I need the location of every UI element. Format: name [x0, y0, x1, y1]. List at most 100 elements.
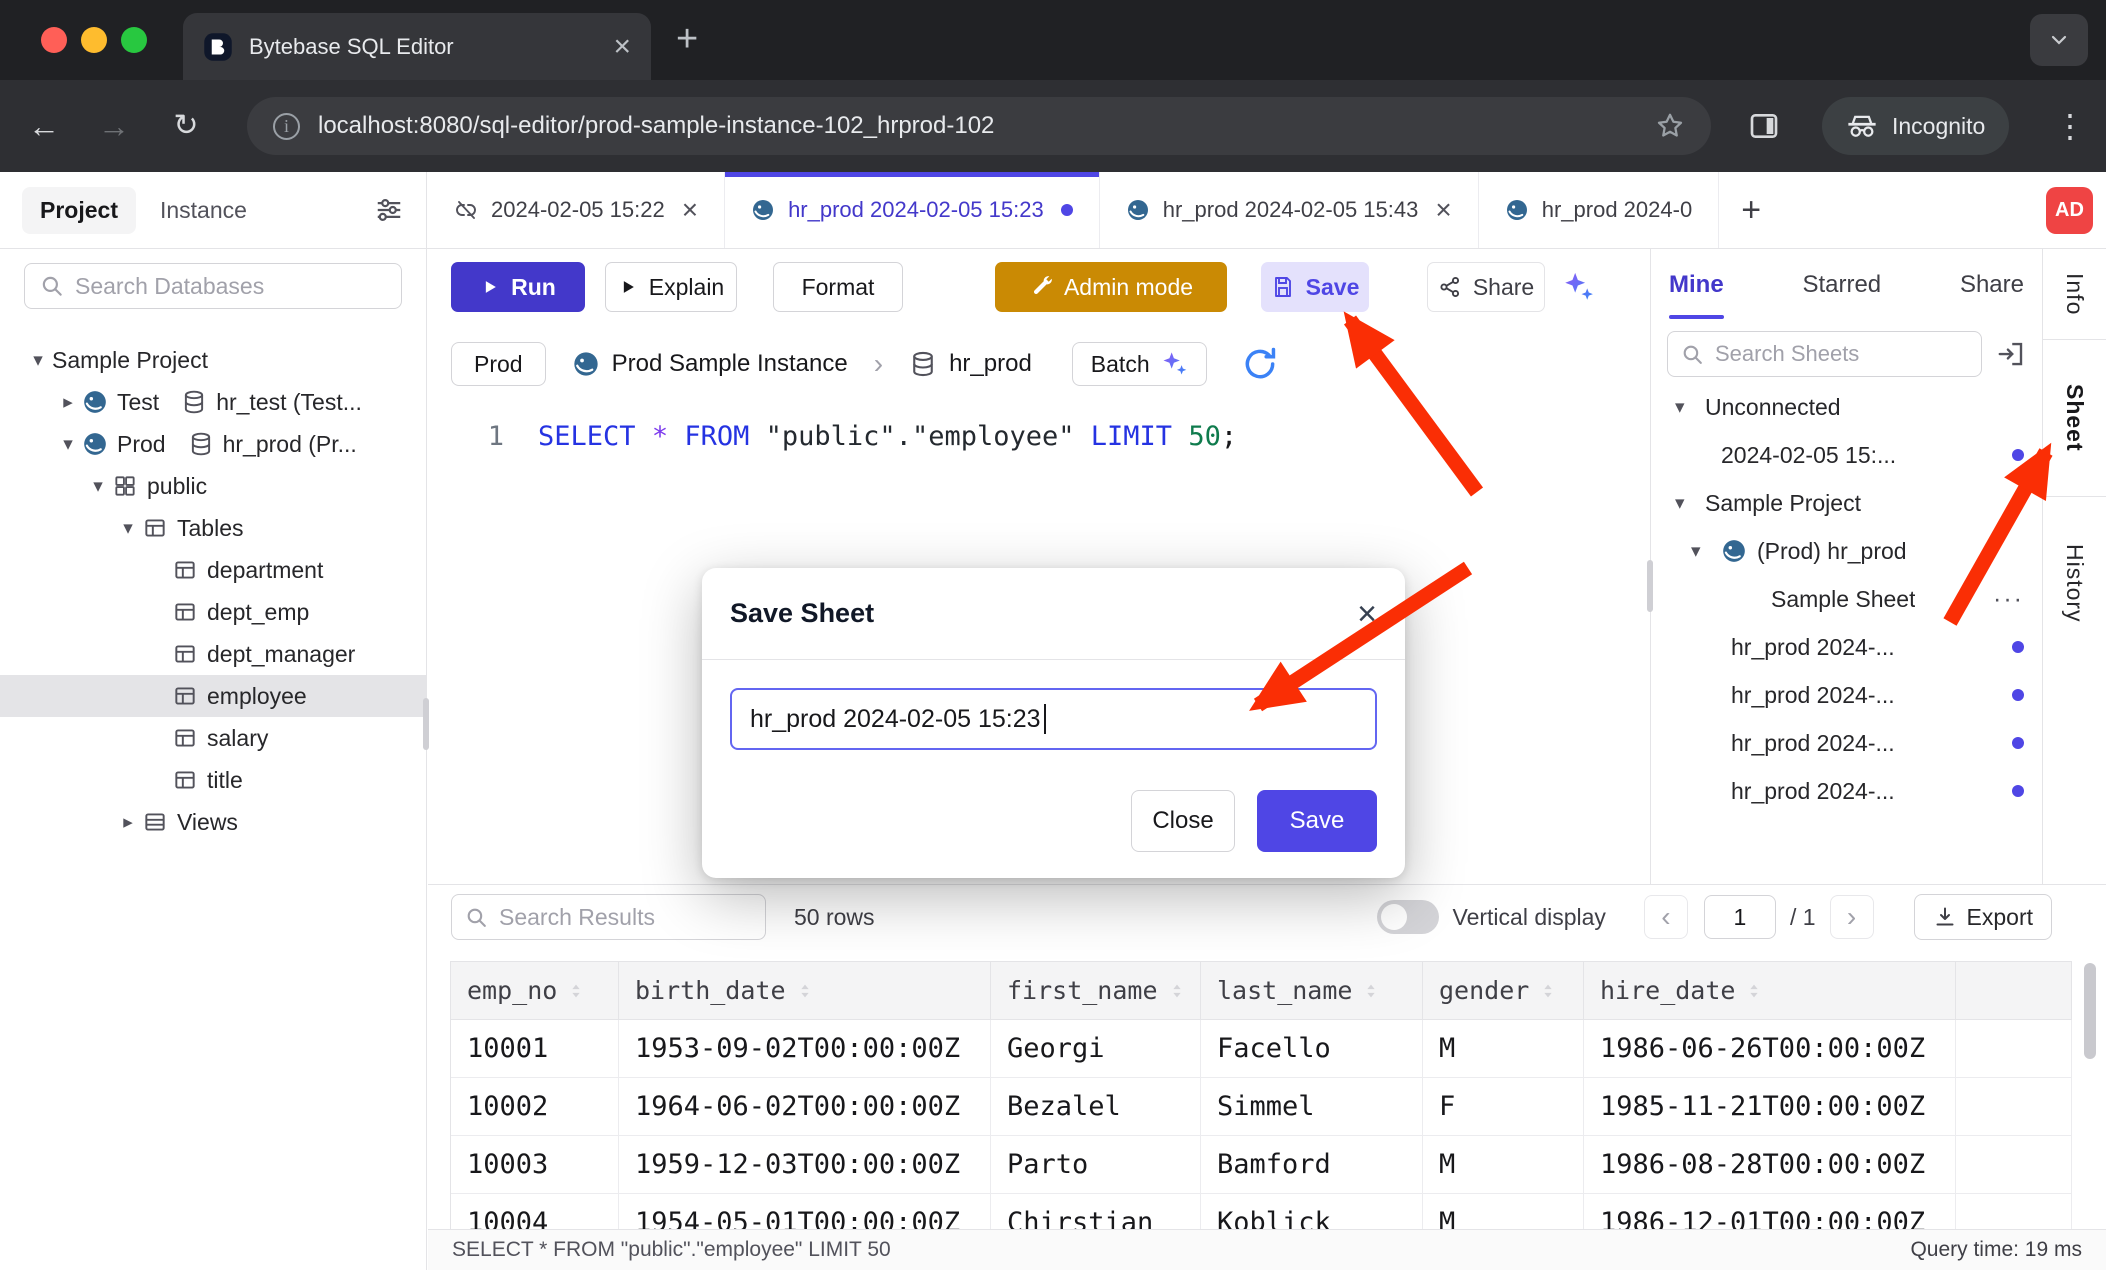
tree-item[interactable]: salary: [0, 717, 426, 759]
close-icon[interactable]: ×: [682, 196, 698, 224]
vertical-display-toggle[interactable]: [1377, 900, 1439, 934]
project-tab[interactable]: Project: [22, 187, 136, 234]
breadcrumb-database[interactable]: hr_prod: [909, 350, 1032, 378]
table-cell[interactable]: 1964-06-02T00:00:00Z: [619, 1078, 991, 1136]
modal-close-button[interactable]: Close: [1131, 790, 1235, 852]
sheet-item[interactable]: ▾Unconnected: [1651, 383, 2042, 431]
tree-item[interactable]: employee: [0, 675, 426, 717]
format-button[interactable]: Format: [773, 262, 903, 312]
chevron-down-icon[interactable]: ▾: [1691, 540, 1721, 563]
table-cell[interactable]: Georgi: [991, 1020, 1201, 1078]
chevron-down-icon[interactable]: ▾: [54, 433, 82, 456]
table-cell[interactable]: 1953-09-02T00:00:00Z: [619, 1020, 991, 1078]
table-cell[interactable]: 1986-06-26T00:00:00Z: [1584, 1020, 1956, 1078]
more-icon[interactable]: ···: [1993, 587, 2024, 612]
table-cell[interactable]: F: [1423, 1078, 1584, 1136]
sidebar-resize-handle[interactable]: [423, 698, 429, 750]
export-button[interactable]: Export: [1914, 894, 2052, 940]
table-cell[interactable]: 1986-12-01T00:00:00Z: [1584, 1194, 1956, 1229]
site-info-icon[interactable]: i: [273, 113, 300, 140]
tree-item[interactable]: dept_manager: [0, 633, 426, 675]
breadcrumb-instance[interactable]: Prod Sample Instance: [572, 350, 848, 378]
column-header[interactable]: hire_date: [1584, 962, 1956, 1020]
tree-item[interactable]: dept_emp: [0, 591, 426, 633]
instance-tab[interactable]: Instance: [146, 187, 261, 234]
table-cell[interactable]: Simmel: [1201, 1078, 1423, 1136]
sheet-item[interactable]: ▾(Prod) hr_prod: [1651, 527, 2042, 575]
table-cell[interactable]: M: [1423, 1020, 1584, 1078]
table-cell[interactable]: 10002: [451, 1078, 619, 1136]
connect-sheet-button[interactable]: [1996, 339, 2026, 369]
column-header[interactable]: last_name: [1201, 962, 1423, 1020]
modal-save-button[interactable]: Save: [1257, 790, 1377, 852]
tree-settings-button[interactable]: [374, 195, 404, 225]
close-window-button[interactable]: [41, 27, 67, 53]
tree-item[interactable]: ▸Testhr_test (Test...: [0, 381, 426, 423]
editor-tab[interactable]: hr_prod 2024-02-05 15:23: [725, 172, 1100, 248]
forward-button[interactable]: →: [90, 102, 138, 150]
chevron-right-icon[interactable]: ▸: [114, 811, 142, 834]
results-search[interactable]: [451, 894, 766, 940]
chevron-right-icon[interactable]: ▸: [54, 391, 82, 414]
table-cell[interactable]: 10001: [451, 1020, 619, 1078]
results-scrollbar[interactable]: [2084, 963, 2096, 1059]
run-button[interactable]: Run: [451, 262, 585, 312]
chevron-down-icon[interactable]: ▾: [114, 517, 142, 540]
next-page-button[interactable]: ›: [1830, 895, 1874, 939]
table-cell[interactable]: M: [1423, 1136, 1584, 1194]
column-header[interactable]: first_name: [991, 962, 1201, 1020]
url-bar[interactable]: i localhost:8080/sql-editor/prod-sample-…: [247, 97, 1711, 155]
sheet-item[interactable]: Sample Sheet···: [1651, 575, 2042, 623]
save-button[interactable]: Save: [1261, 262, 1369, 312]
environment-chip[interactable]: Prod: [451, 342, 546, 386]
batch-button[interactable]: Batch: [1072, 342, 1207, 386]
browser-menu-icon[interactable]: ⋮: [2050, 102, 2090, 150]
panel-resize-handle[interactable]: [1647, 560, 1653, 612]
table-cell[interactable]: Parto: [991, 1136, 1201, 1194]
table-cell[interactable]: 1954-05-01T00:00:00Z: [619, 1194, 991, 1229]
close-icon[interactable]: ×: [1357, 597, 1377, 631]
reload-button[interactable]: ↻: [162, 102, 210, 150]
sheet-tab-starred[interactable]: Starred: [1802, 249, 1881, 321]
table-cell[interactable]: 10003: [451, 1136, 619, 1194]
ai-assistant-button[interactable]: [1561, 270, 1595, 304]
tree-item[interactable]: ▾Sample Project: [0, 339, 426, 381]
table-cell[interactable]: Bezalel: [991, 1078, 1201, 1136]
database-search-input[interactable]: [75, 273, 387, 300]
column-header[interactable]: emp_no: [451, 962, 619, 1020]
close-icon[interactable]: ×: [1435, 196, 1451, 224]
tree-item[interactable]: title: [0, 759, 426, 801]
sheet-item[interactable]: hr_prod 2024-...: [1651, 719, 2042, 767]
table-cell[interactable]: 10004: [451, 1194, 619, 1229]
bookmark-star-icon[interactable]: [1655, 111, 1685, 141]
table-cell[interactable]: Chirstian: [991, 1194, 1201, 1229]
sheet-item[interactable]: hr_prod 2024-...: [1651, 623, 2042, 671]
incognito-badge[interactable]: Incognito: [1822, 97, 2009, 155]
sheet-item[interactable]: ▾Sample Project: [1651, 479, 2042, 527]
prev-page-button[interactable]: ‹: [1644, 895, 1688, 939]
rail-tab-history[interactable]: History: [2043, 497, 2106, 669]
tree-item[interactable]: ▾Prodhr_prod (Pr...: [0, 423, 426, 465]
database-search[interactable]: [24, 263, 402, 309]
sheet-search-input[interactable]: [1715, 341, 1969, 367]
back-button[interactable]: ←: [20, 102, 68, 150]
sheet-tab-mine[interactable]: Mine: [1669, 249, 1724, 321]
sheet-search[interactable]: [1667, 331, 1982, 377]
page-input[interactable]: [1704, 895, 1776, 939]
share-button[interactable]: Share: [1427, 262, 1545, 312]
rail-tab-info[interactable]: Info: [2043, 249, 2106, 340]
avatar[interactable]: AD: [2046, 187, 2093, 234]
maximize-window-button[interactable]: [121, 27, 147, 53]
close-icon[interactable]: ×: [613, 32, 631, 62]
refresh-button[interactable]: [1241, 345, 1279, 383]
minimize-window-button[interactable]: [81, 27, 107, 53]
table-cell[interactable]: Bamford: [1201, 1136, 1423, 1194]
tree-item[interactable]: ▸Views: [0, 801, 426, 843]
sheet-item[interactable]: hr_prod 2024-...: [1651, 671, 2042, 719]
sheet-name-input[interactable]: hr_prod 2024-02-05 15:23: [730, 688, 1377, 750]
chevron-down-icon[interactable]: ▾: [1675, 492, 1705, 515]
table-cell[interactable]: Facello: [1201, 1020, 1423, 1078]
column-header[interactable]: gender: [1423, 962, 1584, 1020]
table-cell[interactable]: 1986-08-28T00:00:00Z: [1584, 1136, 1956, 1194]
tab-search-button[interactable]: [2030, 14, 2088, 66]
